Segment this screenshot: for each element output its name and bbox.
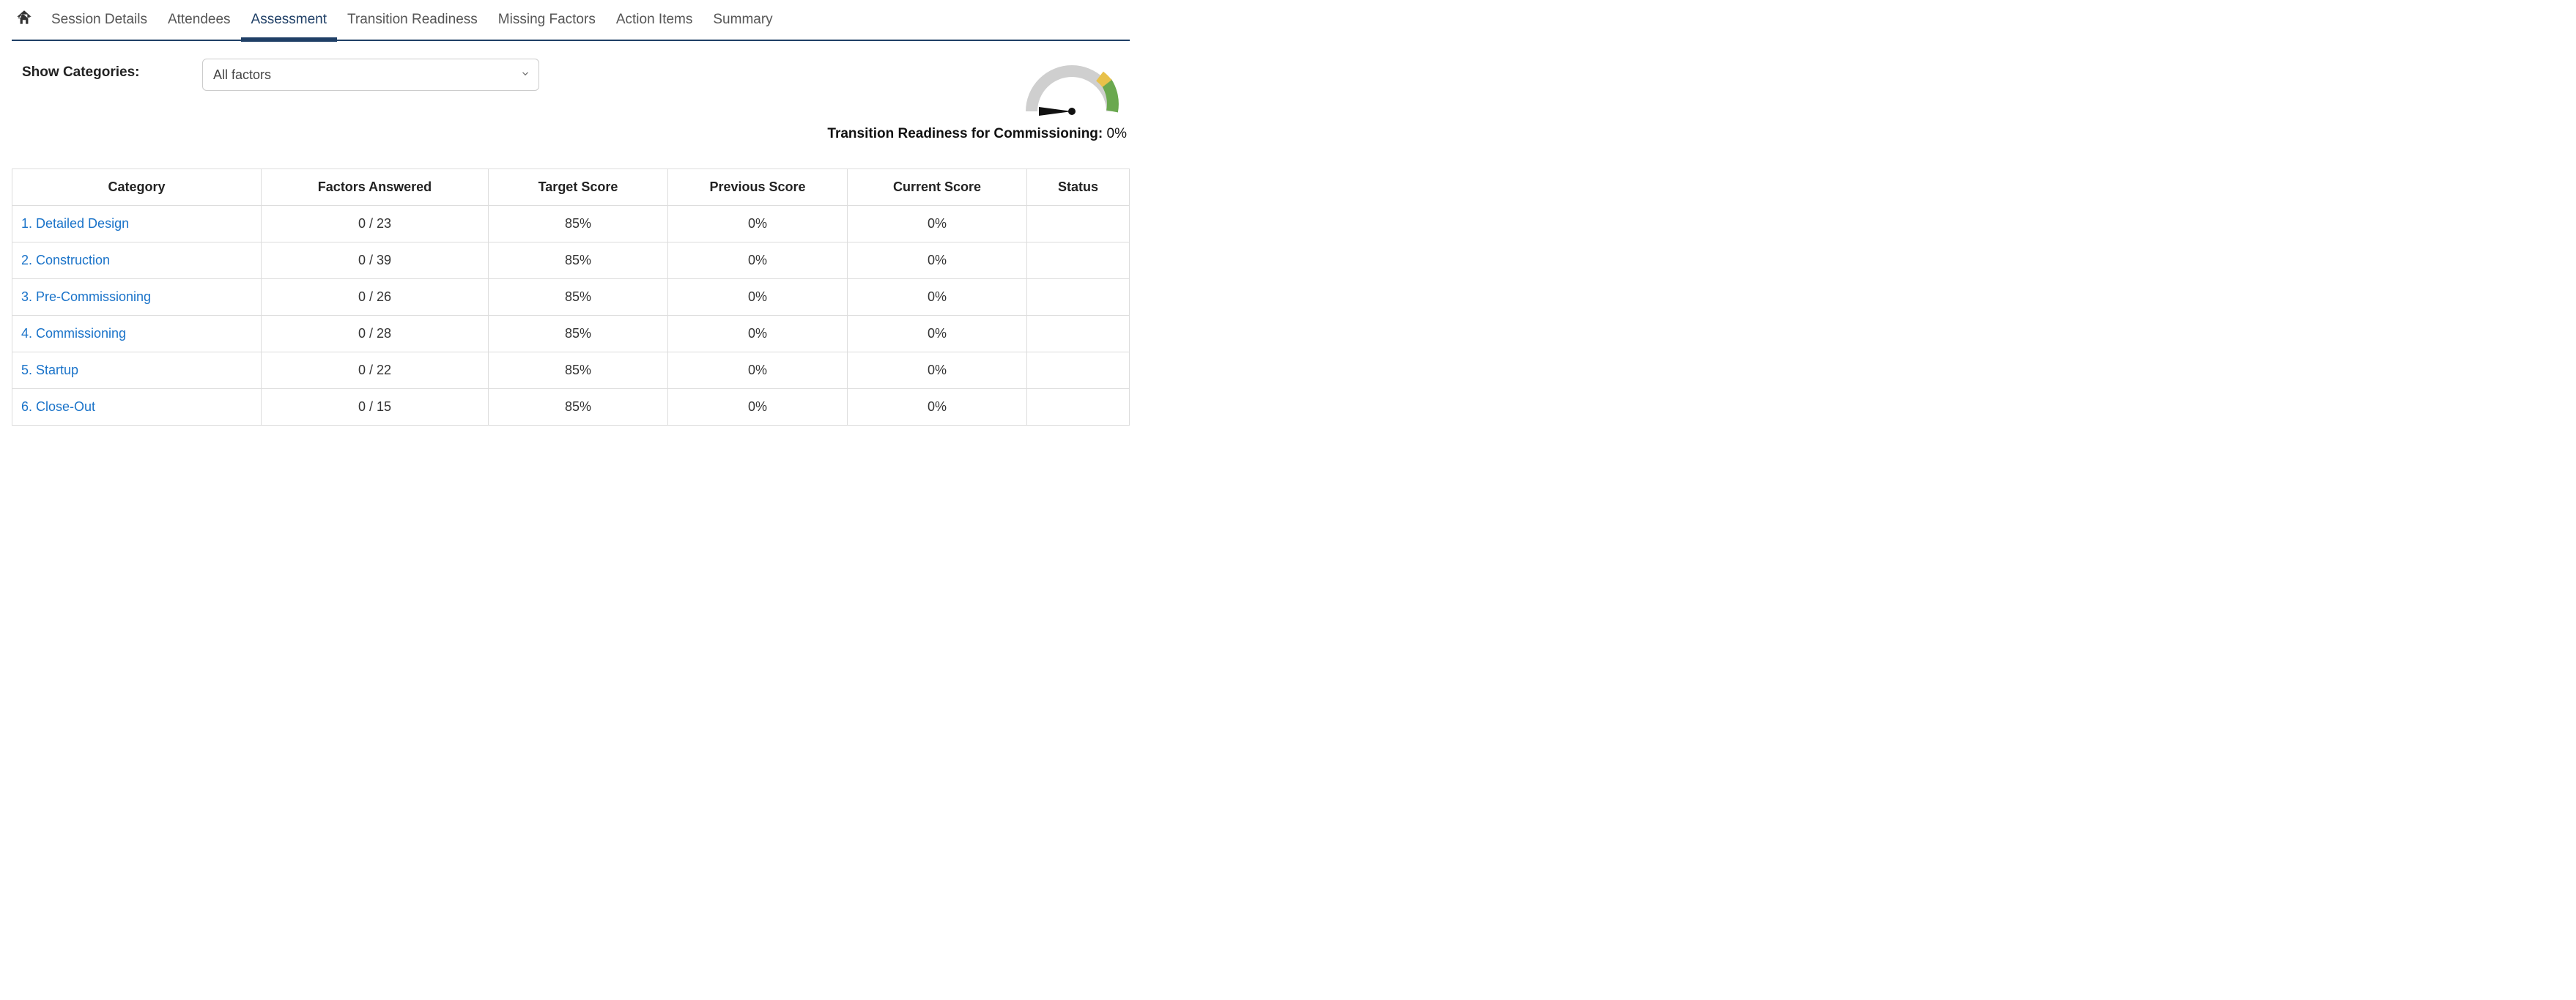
cell-current-score: 0% (848, 352, 1027, 389)
category-select-value: All factors (213, 67, 271, 83)
tab-home[interactable] (12, 0, 41, 40)
filter-label: Show Categories: (12, 64, 202, 81)
cell-target-score: 85% (489, 242, 668, 279)
table-row: 4. Commissioning 0 / 28 85% 0% 0% (12, 316, 1130, 352)
cell-target-score: 85% (489, 389, 668, 426)
tab-summary[interactable]: Summary (703, 0, 782, 40)
readiness-gauge-block: Transition Readiness for Commissioning: … (827, 59, 1130, 142)
cell-previous-score: 0% (668, 206, 848, 242)
category-link[interactable]: 3. Pre-Commissioning (21, 289, 151, 304)
table-row: 6. Close-Out 0 / 15 85% 0% 0% (12, 389, 1130, 426)
cell-previous-score: 0% (668, 389, 848, 426)
col-previous-score: Previous Score (668, 169, 848, 206)
cell-status (1027, 279, 1130, 316)
table-row: 3. Pre-Commissioning 0 / 26 85% 0% 0% (12, 279, 1130, 316)
tab-missing-factors[interactable]: Missing Factors (488, 0, 606, 40)
tab-label: Session Details (51, 12, 147, 28)
tab-session-details[interactable]: Session Details (41, 0, 158, 40)
category-link[interactable]: 6. Close-Out (21, 399, 95, 414)
readiness-label: Transition Readiness for Commissioning: (827, 126, 1103, 141)
gauge-icon (1017, 59, 1127, 120)
table-row: 5. Startup 0 / 22 85% 0% 0% (12, 352, 1130, 389)
col-status: Status (1027, 169, 1130, 206)
filter-row: Show Categories: All factors Transition … (12, 59, 1130, 142)
category-link[interactable]: 5. Startup (21, 363, 78, 377)
table-header-row: Category Factors Answered Target Score P… (12, 169, 1130, 206)
cell-previous-score: 0% (668, 279, 848, 316)
tab-label: Missing Factors (498, 12, 596, 28)
cell-factors-answered: 0 / 28 (262, 316, 489, 352)
home-icon (15, 8, 34, 32)
cell-current-score: 0% (848, 206, 1027, 242)
cell-status (1027, 242, 1130, 279)
tab-label: Summary (713, 12, 772, 28)
assessment-table: Category Factors Answered Target Score P… (12, 168, 1130, 426)
tab-transition-readiness[interactable]: Transition Readiness (337, 0, 488, 40)
col-current-score: Current Score (848, 169, 1027, 206)
cell-target-score: 85% (489, 206, 668, 242)
cell-factors-answered: 0 / 39 (262, 242, 489, 279)
cell-factors-answered: 0 / 26 (262, 279, 489, 316)
cell-status (1027, 389, 1130, 426)
cell-previous-score: 0% (668, 242, 848, 279)
tab-assessment[interactable]: Assessment (241, 0, 337, 40)
tab-label: Action Items (616, 12, 693, 28)
cell-factors-answered: 0 / 15 (262, 389, 489, 426)
cell-factors-answered: 0 / 22 (262, 352, 489, 389)
cell-target-score: 85% (489, 352, 668, 389)
cell-target-score: 85% (489, 316, 668, 352)
tab-label: Assessment (251, 12, 327, 28)
category-select[interactable]: All factors (202, 59, 539, 91)
cell-previous-score: 0% (668, 316, 848, 352)
cell-current-score: 0% (848, 389, 1027, 426)
category-link[interactable]: 4. Commissioning (21, 326, 126, 341)
category-select-wrap: All factors (202, 59, 539, 91)
table-row: 1. Detailed Design 0 / 23 85% 0% 0% (12, 206, 1130, 242)
cell-status (1027, 316, 1130, 352)
col-target-score: Target Score (489, 169, 668, 206)
col-factors-answered: Factors Answered (262, 169, 489, 206)
cell-current-score: 0% (848, 316, 1027, 352)
tab-label: Attendees (168, 12, 231, 28)
cell-target-score: 85% (489, 279, 668, 316)
table-row: 2. Construction 0 / 39 85% 0% 0% (12, 242, 1130, 279)
nav-tabs: Session Details Attendees Assessment Tra… (12, 0, 1130, 41)
readiness-value: 0% (1107, 126, 1127, 141)
cell-current-score: 0% (848, 279, 1027, 316)
category-link[interactable]: 1. Detailed Design (21, 216, 129, 231)
tab-attendees[interactable]: Attendees (158, 0, 241, 40)
category-link[interactable]: 2. Construction (21, 253, 110, 267)
cell-factors-answered: 0 / 23 (262, 206, 489, 242)
col-category: Category (12, 169, 262, 206)
cell-previous-score: 0% (668, 352, 848, 389)
tab-action-items[interactable]: Action Items (606, 0, 703, 40)
cell-status (1027, 352, 1130, 389)
cell-status (1027, 206, 1130, 242)
readiness-line: Transition Readiness for Commissioning: … (827, 126, 1127, 142)
cell-current-score: 0% (848, 242, 1027, 279)
tab-label: Transition Readiness (347, 12, 478, 28)
